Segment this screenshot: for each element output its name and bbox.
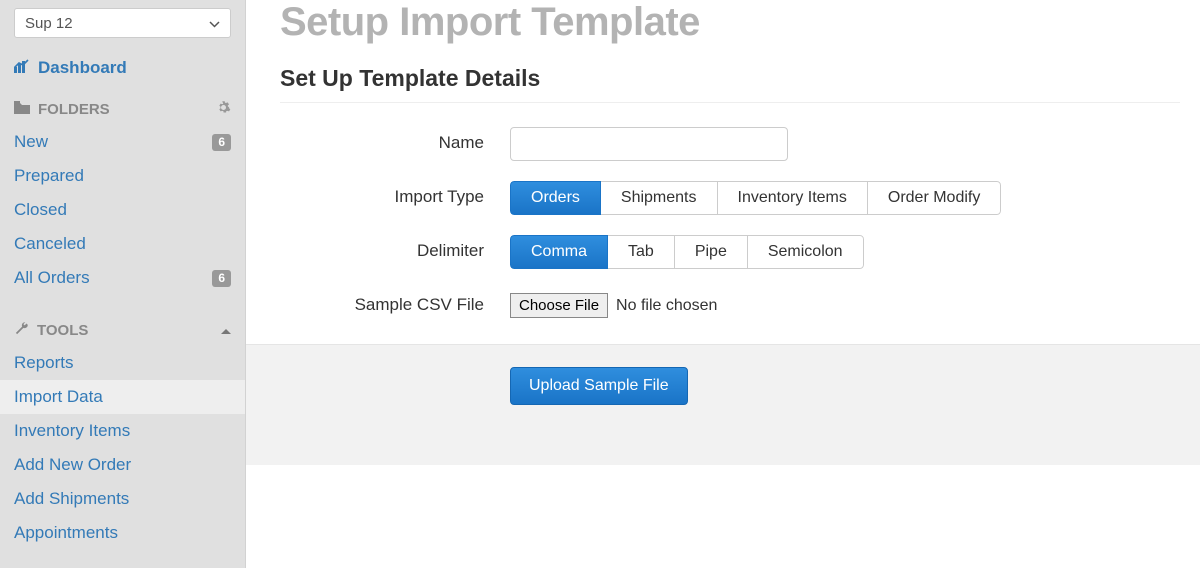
form: Name Import Type Orders Shipments Invent… bbox=[280, 127, 1180, 318]
sidebar-item-prepared[interactable]: Prepared bbox=[0, 159, 245, 193]
import-type-order-modify[interactable]: Order Modify bbox=[867, 181, 1001, 215]
section-header-folders[interactable]: FOLDERS bbox=[0, 94, 245, 125]
gear-icon[interactable] bbox=[216, 100, 231, 119]
chart-icon bbox=[14, 58, 32, 78]
sidebar-dashboard[interactable]: Dashboard bbox=[0, 48, 245, 94]
sidebar-item-appointments[interactable]: Appointments bbox=[0, 516, 245, 550]
import-type-shipments[interactable]: Shipments bbox=[600, 181, 718, 215]
sidebar-item-label: Prepared bbox=[14, 166, 84, 186]
delimiter-semicolon[interactable]: Semicolon bbox=[747, 235, 864, 269]
sidebar-item-label: Reports bbox=[14, 353, 74, 373]
sidebar-item-label: Closed bbox=[14, 200, 67, 220]
sidebar-item-closed[interactable]: Closed bbox=[0, 193, 245, 227]
import-type-orders[interactable]: Orders bbox=[510, 181, 601, 215]
delimiter-comma[interactable]: Comma bbox=[510, 235, 608, 269]
section-label: TOOLS bbox=[37, 322, 88, 339]
sidebar-item-reports[interactable]: Reports bbox=[0, 346, 245, 380]
sidebar-item-canceled[interactable]: Canceled bbox=[0, 227, 245, 261]
label-name: Name bbox=[280, 127, 510, 153]
section-label: FOLDERS bbox=[38, 101, 110, 118]
upload-sample-file-button[interactable]: Upload Sample File bbox=[510, 367, 688, 405]
form-row-name: Name bbox=[280, 127, 1180, 161]
sidebar-item-label: Import Data bbox=[14, 387, 103, 407]
badge: 6 bbox=[212, 134, 231, 151]
form-row-import-type: Import Type Orders Shipments Inventory I… bbox=[280, 181, 1180, 215]
context-selector[interactable]: Sup 12 bbox=[14, 8, 231, 38]
file-status: No file chosen bbox=[616, 297, 717, 315]
import-type-group: Orders Shipments Inventory Items Order M… bbox=[510, 181, 1001, 215]
sidebar-item-label: Canceled bbox=[14, 234, 86, 254]
section-header-tools[interactable]: TOOLS bbox=[0, 315, 245, 346]
import-type-inventory-items[interactable]: Inventory Items bbox=[717, 181, 868, 215]
sidebar-item-label: Add Shipments bbox=[14, 489, 129, 509]
sidebar-item-label: Appointments bbox=[14, 523, 118, 543]
form-row-delimiter: Delimiter Comma Tab Pipe Semicolon bbox=[280, 235, 1180, 269]
sidebar-item-label: All Orders bbox=[14, 268, 90, 288]
delimiter-pipe[interactable]: Pipe bbox=[674, 235, 748, 269]
sidebar-item-import-data[interactable]: Import Data bbox=[0, 380, 245, 414]
sidebar: Sup 12 Dashboard FOLDERS New 6 bbox=[0, 0, 246, 568]
context-selector-value: Sup 12 bbox=[25, 15, 73, 32]
sidebar-item-add-new-order[interactable]: Add New Order bbox=[0, 448, 245, 482]
sidebar-dashboard-label: Dashboard bbox=[38, 58, 127, 78]
badge: 6 bbox=[212, 270, 231, 287]
delimiter-tab[interactable]: Tab bbox=[607, 235, 675, 269]
label-sample-file: Sample CSV File bbox=[280, 289, 510, 315]
sidebar-item-inventory-items[interactable]: Inventory Items bbox=[0, 414, 245, 448]
chevron-down-icon bbox=[209, 15, 220, 32]
name-input[interactable] bbox=[510, 127, 788, 161]
label-delimiter: Delimiter bbox=[280, 235, 510, 261]
label-import-type: Import Type bbox=[280, 181, 510, 207]
sidebar-item-add-shipments[interactable]: Add Shipments bbox=[0, 482, 245, 516]
sidebar-item-label: New bbox=[14, 132, 48, 152]
sidebar-item-label: Inventory Items bbox=[14, 421, 130, 441]
sidebar-item-label: Add New Order bbox=[14, 455, 131, 475]
sidebar-item-all-orders[interactable]: All Orders 6 bbox=[0, 261, 245, 295]
folder-icon bbox=[14, 101, 30, 118]
main: Setup Import Template Set Up Template De… bbox=[246, 0, 1200, 568]
form-footer: Upload Sample File bbox=[246, 344, 1200, 465]
form-row-sample-file: Sample CSV File Choose File No file chos… bbox=[280, 289, 1180, 318]
section-title: Set Up Template Details bbox=[280, 65, 1180, 103]
collapse-icon[interactable] bbox=[221, 322, 231, 339]
wrench-icon bbox=[14, 321, 29, 340]
page-title: Setup Import Template bbox=[280, 0, 1180, 45]
delimiter-group: Comma Tab Pipe Semicolon bbox=[510, 235, 864, 269]
sidebar-item-new[interactable]: New 6 bbox=[0, 125, 245, 159]
choose-file-button[interactable]: Choose File bbox=[510, 293, 608, 318]
